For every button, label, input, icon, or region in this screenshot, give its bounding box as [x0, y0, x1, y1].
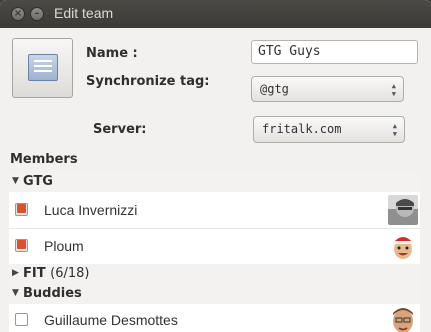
- synchronize-tag-combo[interactable]: @gtg ▲ ▼: [251, 76, 404, 102]
- name-label: Name :: [86, 46, 138, 61]
- expander-down-icon[interactable]: ▼: [12, 288, 19, 298]
- edit-team-window: × – Edit team Name : GTG Guys Synchroniz…: [0, 0, 431, 332]
- contact-name: Luca Invernizzi: [44, 202, 138, 218]
- expander-down-icon[interactable]: ▼: [12, 176, 19, 186]
- group-name: GTG: [23, 174, 53, 189]
- server-value: fritalk.com: [262, 122, 342, 136]
- contact-row[interactable]: Ploum: [9, 228, 420, 264]
- dialog-content: Name : GTG Guys Synchronize tag: @gtg ▲ ▼…: [0, 28, 431, 332]
- title-bar: × – Edit team: [0, 0, 431, 28]
- contact-checkbox[interactable]: [15, 239, 28, 252]
- group-header-buddies[interactable]: ▼ Buddies: [9, 284, 420, 304]
- synchronize-tag-value: @gtg: [260, 82, 289, 96]
- contact-row[interactable]: Guillaume Desmottes: [9, 302, 420, 332]
- group-name: Buddies: [23, 286, 82, 301]
- server-combo[interactable]: fritalk.com ▲ ▼: [253, 116, 405, 143]
- members-label: Members: [10, 152, 78, 167]
- document-icon: [28, 54, 58, 81]
- members-list[interactable]: ▼ GTG Luca Invernizzi Ploum ▶ FIT (6/18)…: [9, 172, 420, 332]
- contact-checkbox[interactable]: [15, 203, 28, 216]
- contact-avatar: [388, 305, 418, 332]
- team-avatar-button[interactable]: [12, 38, 73, 98]
- contact-avatar: [388, 195, 418, 225]
- name-field[interactable]: GTG Guys: [251, 40, 418, 64]
- group-header-gtg[interactable]: ▼ GTG: [9, 172, 420, 192]
- synchronize-tag-label: Synchronize tag:: [86, 74, 210, 89]
- group-header-fit[interactable]: ▶ FIT (6/18): [9, 264, 420, 284]
- contact-name: Ploum: [44, 238, 84, 254]
- contact-checkbox[interactable]: [15, 313, 28, 326]
- combo-arrows-icon: ▲ ▼: [391, 82, 396, 98]
- minimize-icon[interactable]: –: [30, 7, 44, 21]
- expander-right-icon[interactable]: ▶: [12, 268, 19, 278]
- contact-avatar: [388, 231, 418, 261]
- window-title: Edit team: [54, 5, 114, 21]
- contact-row[interactable]: Luca Invernizzi: [9, 192, 420, 228]
- combo-arrows-icon: ▲ ▼: [392, 122, 397, 138]
- group-count: (6/18): [50, 266, 90, 281]
- contact-name: Guillaume Desmottes: [44, 312, 178, 328]
- close-icon[interactable]: ×: [11, 7, 25, 21]
- group-name: FIT: [23, 266, 46, 281]
- server-label: Server:: [93, 122, 147, 137]
